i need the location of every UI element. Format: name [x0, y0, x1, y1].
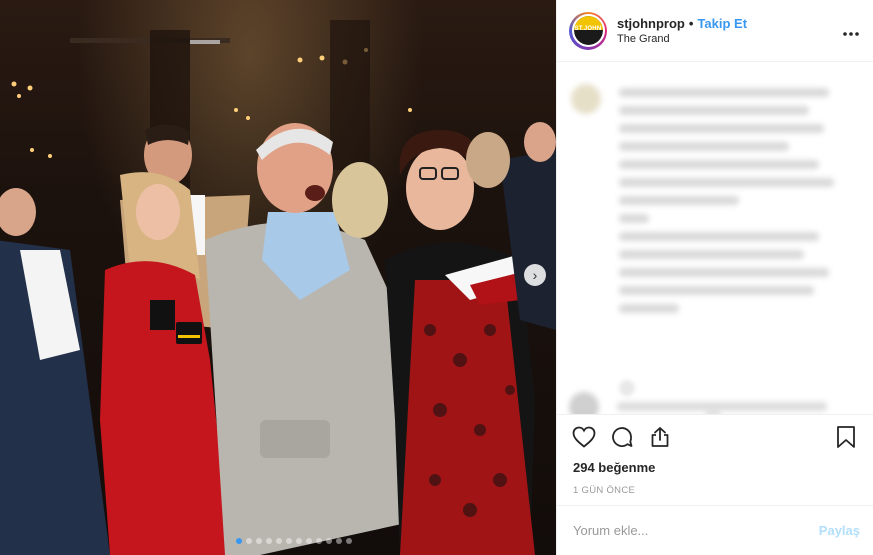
carousel-next-button[interactable]: ›: [524, 264, 546, 286]
post-timestamp: 1 GÜN ÖNCE: [573, 485, 636, 496]
brand-logo-text: ST.JOHN: [574, 26, 602, 32]
carousel-dot: [286, 538, 292, 544]
comment-form: Paylaş: [557, 505, 873, 555]
action-bar: [557, 414, 873, 458]
post-sidebar: ST.JOHN stjohnprop • Takip Et The Grand: [556, 0, 873, 555]
blurred-caption: [619, 88, 834, 322]
carousel-dot: [316, 538, 322, 544]
comment-input[interactable]: [573, 523, 819, 538]
carousel-dot: [346, 538, 352, 544]
carousel-dot: [256, 538, 262, 544]
comments-area[interactable]: [557, 62, 873, 414]
comment-icon[interactable]: [609, 424, 635, 450]
separator-dot: •: [688, 16, 694, 31]
blurred-icon: [619, 380, 635, 396]
post-photo[interactable]: ›: [0, 0, 556, 555]
carousel-dot: [276, 538, 282, 544]
carousel-dot: [306, 538, 312, 544]
bookmark-icon[interactable]: [833, 424, 859, 450]
carousel-indicator: [236, 538, 352, 544]
share-icon[interactable]: [647, 424, 673, 450]
blurred-avatar: [569, 392, 599, 414]
likes-count[interactable]: 294 beğenme: [557, 458, 873, 475]
follow-button[interactable]: Takip Et: [697, 16, 747, 31]
heart-icon[interactable]: [571, 424, 597, 450]
carousel-dot: [336, 538, 342, 544]
carousel-dot: [326, 538, 332, 544]
carousel-dot: [296, 538, 302, 544]
carousel-dot: [266, 538, 272, 544]
carousel-dot: [236, 538, 242, 544]
avatar[interactable]: ST.JOHN: [569, 11, 607, 50]
post-header: ST.JOHN stjohnprop • Takip Et The Grand: [557, 0, 873, 62]
photo-illustration: [0, 20, 556, 555]
post-comment-button[interactable]: Paylaş: [819, 523, 860, 538]
carousel-dot: [246, 538, 252, 544]
blurred-avatar: [571, 84, 601, 114]
author-info: stjohnprop • Takip Et The Grand: [617, 16, 843, 45]
more-options-icon[interactable]: [843, 20, 859, 41]
username-link[interactable]: stjohnprop: [617, 16, 685, 31]
brand-logo: ST.JOHN: [573, 16, 603, 45]
chevron-right-icon: ›: [532, 267, 538, 283]
blurred-comment: [617, 402, 827, 411]
location-link[interactable]: The Grand: [617, 33, 843, 45]
